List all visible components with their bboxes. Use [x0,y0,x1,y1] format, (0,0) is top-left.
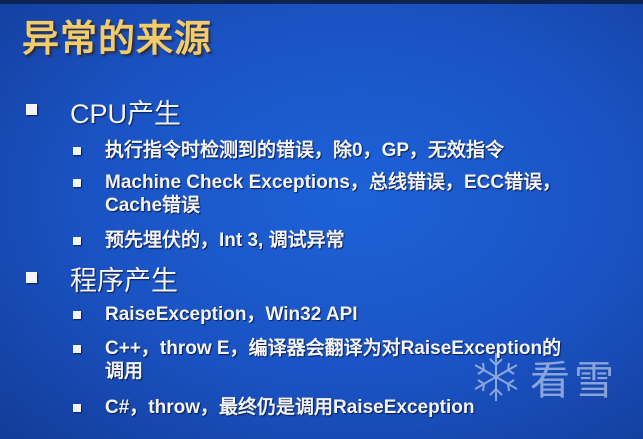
list-item: 执行指令时检测到的错误，除0，GP，无效指令 [105,140,505,161]
section-heading-cpu: CPU产生 [70,99,182,129]
top-border [0,0,643,4]
slide-title: 异常的来源 [22,18,212,59]
list-item: 预先埋伏的，Int 3, 调试异常 [105,230,345,251]
bullet-icon [73,179,81,187]
watermark: 看雪 [470,348,618,406]
bullet-icon [26,272,37,283]
list-item-continuation: Cache错误 [105,195,201,216]
bullet-icon [73,147,81,155]
list-item: C#，throw，最终仍是调用RaiseException [105,397,475,418]
list-item: Machine Check Exceptions，总线错误，ECC错误， [105,172,562,193]
bullet-icon [26,104,37,115]
bullet-icon [73,404,81,412]
section-heading-program: 程序产生 [70,266,178,296]
bullet-icon [73,311,81,319]
bullet-icon [73,345,81,353]
bullet-icon [73,237,81,245]
list-item-continuation: 调用 [105,361,144,382]
watermark-text: 看雪 [530,359,618,403]
snowflake-icon [474,353,518,401]
list-item: RaiseException，Win32 API [105,304,358,325]
